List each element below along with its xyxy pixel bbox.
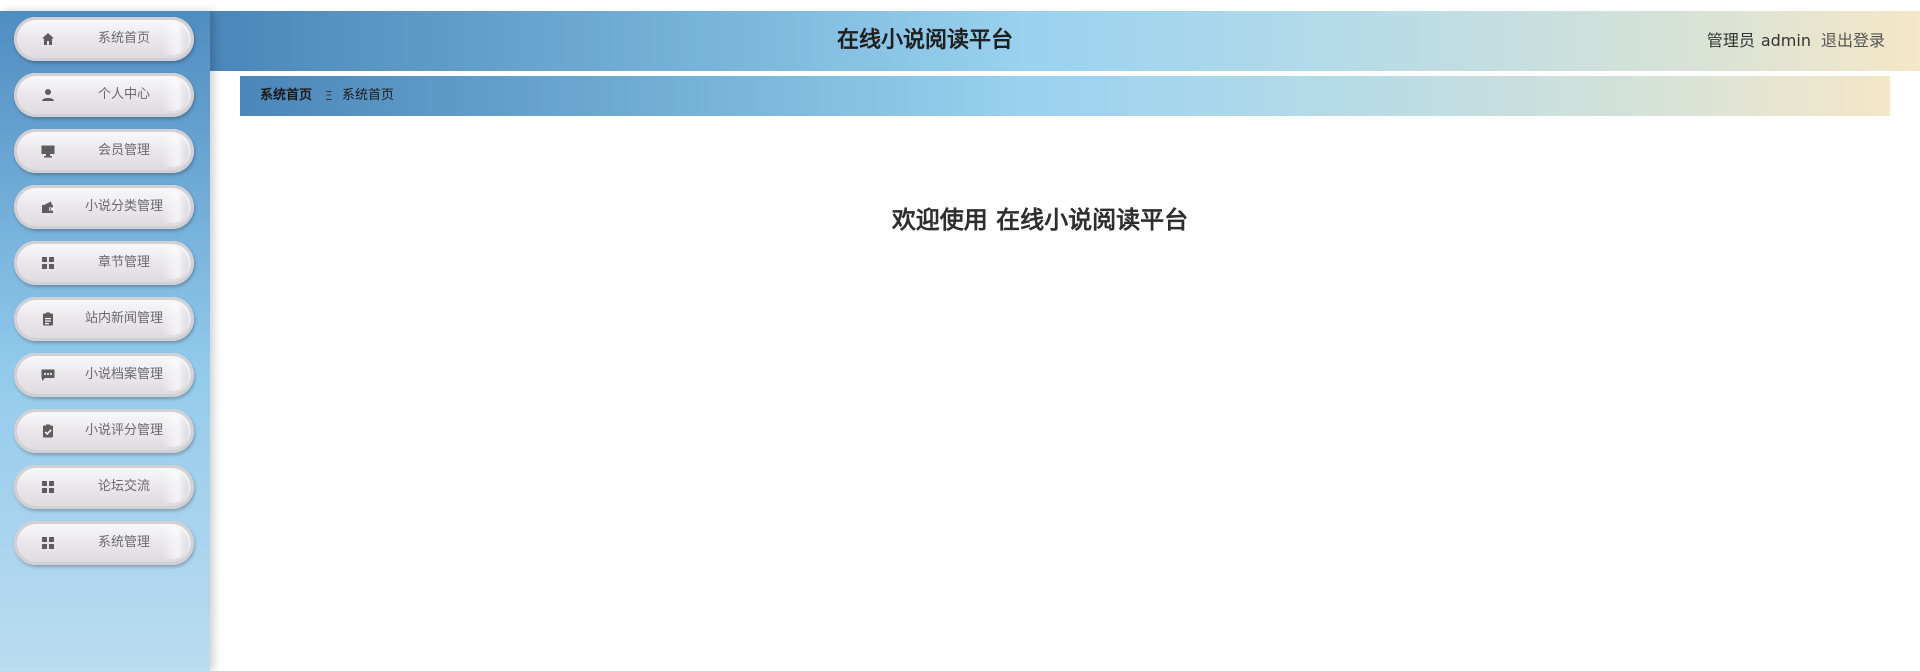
sidebar-item-label: 站内新闻管理	[84, 311, 163, 326]
sidebar-item-members[interactable]: 会员管理	[14, 129, 194, 173]
app-root: 系统首页 个人中心 会员管理 小说分类管理 章节管理 站内新闻管理 小说档案管理…	[0, 0, 1920, 671]
username: admin	[1760, 31, 1811, 50]
sidebar-item-label: 会员管理	[97, 143, 150, 158]
clipboard-icon	[40, 311, 56, 327]
monitor-icon	[40, 143, 56, 159]
sidebar-item-novel-ratings[interactable]: 小说评分管理	[14, 409, 194, 453]
sidebar-item-home[interactable]: 系统首页	[14, 17, 194, 61]
sidebar-item-label: 小说分类管理	[84, 199, 163, 214]
sidebar-item-profile[interactable]: 个人中心	[14, 73, 194, 117]
sidebar-item-novel-categories[interactable]: 小说分类管理	[14, 185, 194, 229]
home-icon	[40, 31, 56, 47]
sidebar-item-news[interactable]: 站内新闻管理	[14, 297, 194, 341]
sidebar-menu: 系统首页 个人中心 会员管理 小说分类管理 章节管理 站内新闻管理 小说档案管理…	[0, 11, 210, 565]
wallet-icon	[40, 199, 56, 215]
sidebar-item-label: 个人中心	[97, 87, 150, 102]
breadcrumb-separator-icon: Ξ	[325, 89, 333, 103]
sidebar-item-label: 章节管理	[97, 255, 150, 270]
user-area: 管理员 admin 退出登录	[1707, 11, 1885, 71]
person-icon	[40, 87, 56, 103]
grid-icon	[40, 535, 56, 551]
sidebar-item-novel-archives[interactable]: 小说档案管理	[14, 353, 194, 397]
sidebar-item-chapters[interactable]: 章节管理	[14, 241, 194, 285]
sidebar-item-label: 论坛交流	[97, 479, 150, 494]
breadcrumb-home-link[interactable]: 系统首页	[260, 76, 312, 116]
welcome-heading: 欢迎使用 在线小说阅读平台	[891, 206, 1189, 234]
clipboard-check-icon	[40, 423, 56, 439]
user-role: 管理员	[1706, 31, 1755, 50]
grid-icon	[40, 479, 56, 495]
logout-button[interactable]: 退出登录	[1821, 31, 1885, 50]
sidebar-item-label: 小说评分管理	[84, 423, 163, 438]
sidebar-item-forum[interactable]: 论坛交流	[14, 465, 194, 509]
sidebar-item-label: 系统首页	[97, 31, 150, 46]
sidebar-item-label: 系统管理	[97, 535, 150, 550]
chat-icon	[40, 367, 56, 383]
breadcrumb: 系统首页 Ξ 系统首页	[240, 76, 1890, 116]
sidebar-item-label: 小说档案管理	[84, 367, 163, 382]
breadcrumb-current: 系统首页	[342, 88, 395, 103]
top-header: 在线小说阅读平台 管理员 admin 退出登录	[210, 11, 1920, 71]
sidebar: 系统首页 个人中心 会员管理 小说分类管理 章节管理 站内新闻管理 小说档案管理…	[0, 11, 210, 671]
sidebar-item-system[interactable]: 系统管理	[14, 521, 194, 565]
grid-icon	[40, 255, 56, 271]
app-title: 在线小说阅读平台	[836, 28, 1013, 53]
